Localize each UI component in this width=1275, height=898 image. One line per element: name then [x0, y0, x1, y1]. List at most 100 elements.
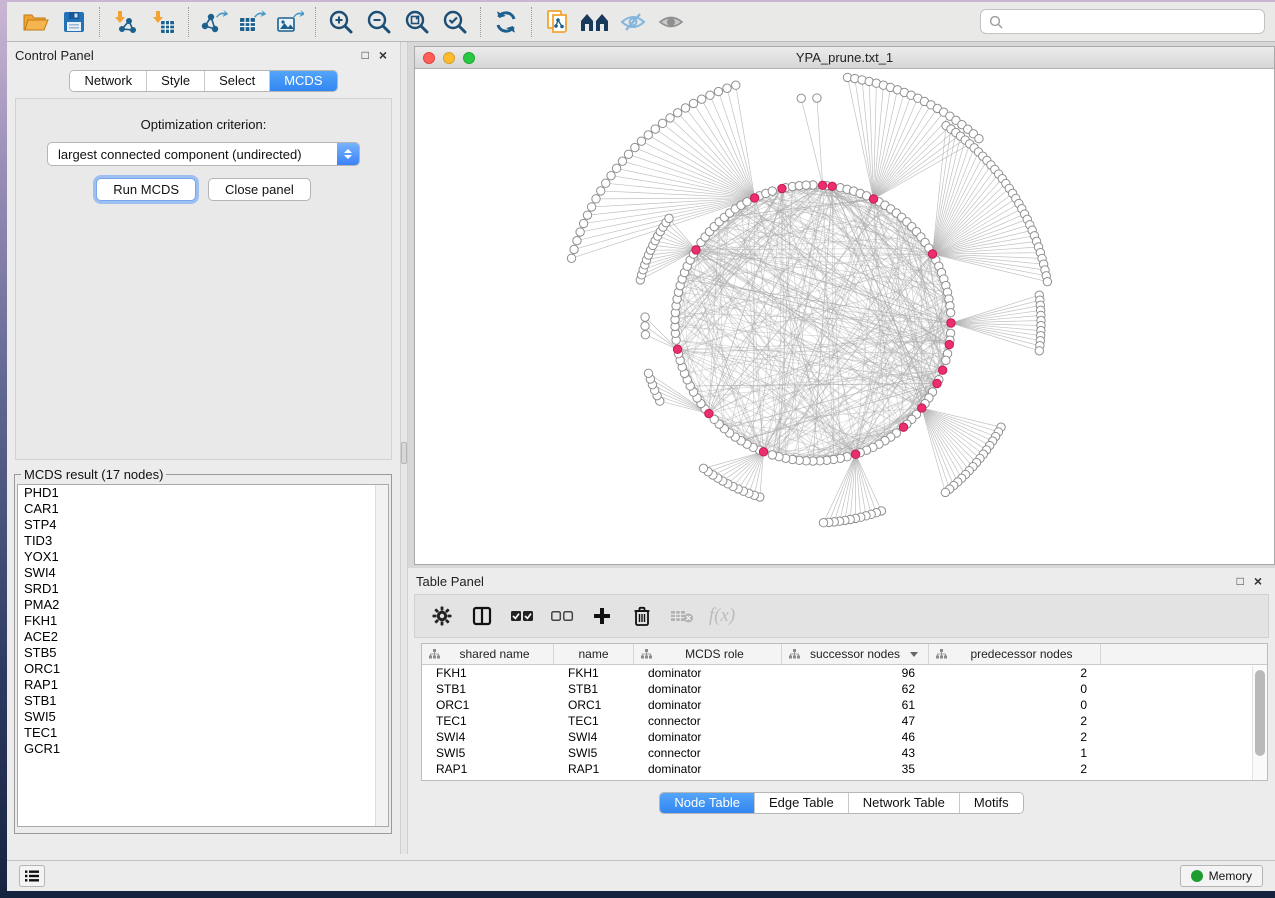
show-columns-button[interactable] — [469, 603, 495, 629]
float-table-panel-button[interactable]: □ — [1232, 574, 1249, 588]
search-box[interactable] — [980, 9, 1265, 34]
export-table-button[interactable] — [233, 6, 271, 38]
show-panels-menu-button[interactable] — [19, 865, 45, 887]
tab-select[interactable]: Select — [205, 71, 270, 91]
tab-network-table[interactable]: Network Table — [849, 793, 960, 813]
export-table-icon — [238, 9, 266, 35]
save-session-button[interactable] — [55, 6, 93, 38]
table-cell: 1 — [929, 777, 1101, 781]
mcds-result-item[interactable]: SWI5 — [18, 709, 388, 725]
clone-network-button[interactable] — [538, 6, 576, 38]
mcds-list-scrollbar[interactable] — [375, 485, 388, 826]
toolbar-separator — [480, 7, 481, 37]
run-mcds-button[interactable]: Run MCDS — [96, 178, 196, 201]
function-builder-button[interactable]: f(x) — [709, 603, 735, 629]
table-scrollbar[interactable] — [1252, 666, 1267, 780]
table-cell: RAP1 — [554, 761, 634, 777]
table-cell: TEC1 — [554, 713, 634, 729]
table-row[interactable]: TEC1TEC1connector472 — [422, 713, 1267, 729]
network-canvas[interactable] — [415, 69, 1274, 564]
tab-mcds[interactable]: MCDS — [270, 71, 336, 91]
mcds-result-item[interactable]: SRD1 — [18, 581, 388, 597]
tab-style[interactable]: Style — [147, 71, 205, 91]
table-cell: STB1 — [554, 681, 634, 697]
export-image-button[interactable] — [271, 6, 309, 38]
mcds-result-item[interactable]: ORC1 — [18, 661, 388, 677]
open-file-button[interactable] — [17, 6, 55, 38]
optimization-criterion-label: Optimization criterion: — [16, 117, 391, 132]
mcds-result-item[interactable]: SWI4 — [18, 565, 388, 581]
table-cell: STB1 — [422, 681, 554, 697]
table-panel: Table Panel □ × — [408, 568, 1275, 854]
hide-selected-button[interactable] — [614, 6, 652, 38]
unchecked-boxes-icon — [550, 609, 574, 623]
table-row[interactable]: SWI5SWI5connector431 — [422, 745, 1267, 761]
splitter-grip[interactable] — [401, 442, 407, 464]
fx-icon: f(x) — [709, 605, 735, 627]
zoom-fit-button[interactable] — [398, 6, 436, 38]
mcds-result-item[interactable]: STB1 — [18, 693, 388, 709]
table-options-gear-button[interactable] — [429, 603, 455, 629]
delete-table-icon — [670, 608, 694, 624]
network-graph[interactable] — [415, 69, 1274, 564]
mcds-result-item[interactable]: FKH1 — [18, 613, 388, 629]
mcds-result-item[interactable]: RAP1 — [18, 677, 388, 693]
criterion-dropdown[interactable]: largest connected component (undirected) — [47, 142, 360, 166]
mcds-result-item[interactable]: TEC1 — [18, 725, 388, 741]
tab-edge-table[interactable]: Edge Table — [755, 793, 849, 813]
memory-button[interactable]: Memory — [1180, 865, 1263, 887]
table-row[interactable]: STB1STB1dominator620 — [422, 681, 1267, 697]
column-header-successor-nodes[interactable]: successor nodes — [782, 644, 929, 664]
zoom-selected-button[interactable] — [436, 6, 474, 38]
table-cell: 2 — [929, 761, 1101, 777]
mcds-result-item[interactable]: TID3 — [18, 533, 388, 549]
close-panel-button[interactable]: × — [374, 47, 392, 63]
delete-column-button[interactable] — [629, 603, 655, 629]
export-network-button[interactable] — [195, 6, 233, 38]
zoom-in-button[interactable] — [322, 6, 360, 38]
tab-network[interactable]: Network — [70, 71, 147, 91]
table-scrollbar-thumb[interactable] — [1255, 670, 1265, 756]
table-row[interactable]: ORC1ORC1dominator610 — [422, 697, 1267, 713]
column-header-name[interactable]: name — [554, 644, 634, 664]
table-tabs: Node Table Edge Table Network Table Moti… — [659, 792, 1023, 814]
column-header-MCDS-role[interactable]: MCDS role — [634, 644, 782, 664]
deselect-all-checkboxes-button[interactable] — [549, 603, 575, 629]
import-table-button[interactable] — [144, 6, 182, 38]
mcds-result-item[interactable]: PHD1 — [18, 485, 388, 501]
delete-table-button[interactable] — [669, 603, 695, 629]
vertical-splitter[interactable] — [400, 42, 408, 854]
zoom-out-button[interactable] — [360, 6, 398, 38]
mcds-result-item[interactable]: PMA2 — [18, 597, 388, 613]
float-panel-button[interactable]: □ — [357, 48, 374, 62]
network-frame-titlebar[interactable]: YPA_prune.txt_1 — [415, 47, 1274, 69]
add-column-button[interactable] — [589, 603, 615, 629]
main-toolbar — [7, 2, 1275, 42]
mcds-result-item[interactable]: CAR1 — [18, 501, 388, 517]
search-input[interactable] — [1009, 15, 1256, 29]
table-row[interactable]: SWI4SWI4dominator462 — [422, 729, 1267, 745]
table-row[interactable]: FKH1FKH1dominator962 — [422, 665, 1267, 681]
tab-motifs[interactable]: Motifs — [960, 793, 1023, 813]
mcds-result-item[interactable]: YOX1 — [18, 549, 388, 565]
tab-node-table[interactable]: Node Table — [660, 793, 755, 813]
zoom-in-icon — [328, 9, 354, 35]
close-table-panel-button[interactable]: × — [1249, 573, 1267, 589]
table-row[interactable]: RAP1RAP1dominator352 — [422, 761, 1267, 777]
mcds-result-item[interactable]: STB5 — [18, 645, 388, 661]
table-cell: 43 — [782, 745, 929, 761]
column-header-predecessor-nodes[interactable]: predecessor nodes — [929, 644, 1101, 664]
mcds-result-item[interactable]: GCR1 — [18, 741, 388, 757]
first-neighbors-button[interactable] — [576, 6, 614, 38]
column-header-shared-name[interactable]: shared name — [422, 644, 554, 664]
close-panel-button-mcds[interactable]: Close panel — [208, 178, 311, 201]
mcds-result-item[interactable]: STP4 — [18, 517, 388, 533]
mcds-result-list[interactable]: PHD1CAR1STP4TID3YOX1SWI4SRD1PMA2FKH1ACE2… — [17, 484, 389, 827]
import-network-button[interactable] — [106, 6, 144, 38]
table-row[interactable]: ACE2ACE2connector311 — [422, 777, 1267, 781]
show-all-button[interactable] — [652, 6, 690, 38]
select-all-checkboxes-button[interactable] — [509, 603, 535, 629]
mcds-result-item[interactable]: ACE2 — [18, 629, 388, 645]
column-label: predecessor nodes — [947, 647, 1096, 661]
refresh-view-button[interactable] — [487, 6, 525, 38]
